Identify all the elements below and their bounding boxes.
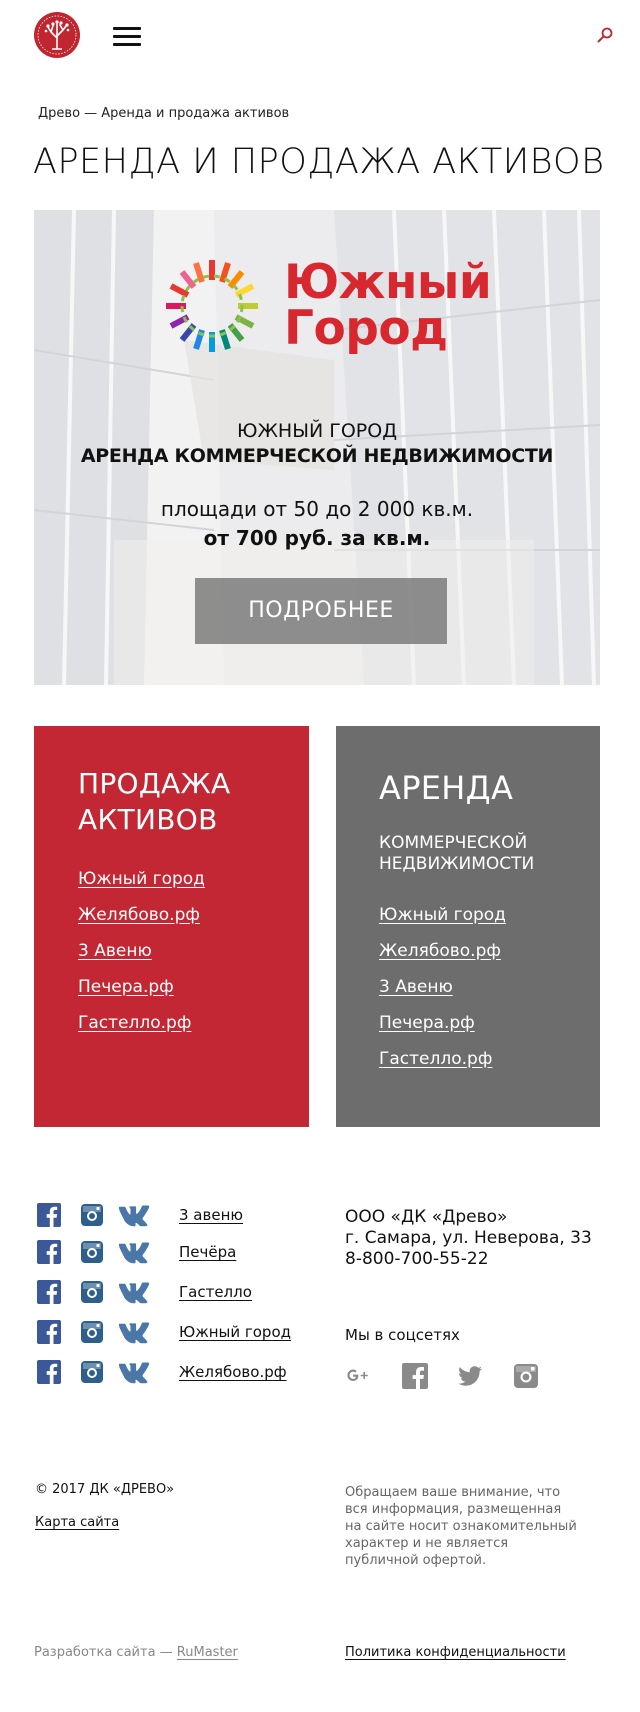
rent-link-gastello[interactable]: Гастелло.рф [379,1049,492,1069]
brand-line-2: Город [284,301,448,356]
facebook-icon[interactable] [37,1320,61,1344]
hamburger-menu-icon[interactable] [113,27,141,47]
project-link-gastello[interactable]: Гастелло [179,1283,252,1301]
banner-subtitle-strong: АРЕНДА КОММЕРЧЕСКОЙ НЕДВИЖИМОСТИ [80,445,554,467]
twitter-icon[interactable] [457,1363,483,1389]
sale-panel-title: ПРОДАЖА АКТИВОВ [78,766,230,838]
sale-link-yuzhny-gorod[interactable]: Южный город [78,869,205,889]
rent-panel-subtitle: КОММЕРЧЕСКОЙ НЕДВИЖИМОСТИ [379,833,534,875]
rent-link-pechera[interactable]: Печера.рф [379,1013,475,1033]
vk-icon[interactable] [117,1360,151,1384]
facebook-icon[interactable] [37,1203,61,1227]
company-contacts: ООО «ДК «Древо» г. Самара, ул. Неверова,… [345,1207,592,1270]
project-link-zhelyabovo[interactable]: Желябово.рф [179,1363,287,1381]
instagram-icon[interactable] [80,1280,104,1304]
sale-link-zhelyabovo[interactable]: Желябово.рф [78,905,200,925]
instagram-icon[interactable] [80,1203,104,1227]
promo-banner: Южный Город ЮЖНЫЙ ГОРОД АРЕНДА КОММЕРЧЕС… [34,210,600,685]
instagram-icon[interactable] [80,1360,104,1384]
facebook-icon[interactable] [37,1360,61,1384]
breadcrumb[interactable]: Древо — Аренда и продажа активов [38,106,289,121]
project-link-pechera[interactable]: Печёра [179,1243,236,1261]
project-link-yuzhny-gorod[interactable]: Южный город [179,1323,291,1341]
google-plus-icon[interactable] [343,1363,373,1389]
rent-panel: АРЕНДА КОММЕРЧЕСКОЙ НЕДВИЖИМОСТИ Южный г… [336,726,600,1127]
copyright: © 2017 ДК «ДРЕВО» [35,1482,175,1497]
privacy-policy-link[interactable]: Политика конфиденциальности [345,1645,566,1660]
developer-credit-prefix: Разработка сайта — [34,1645,177,1660]
site-header [0,0,640,72]
tree-logo-icon[interactable] [34,12,80,58]
vk-icon[interactable] [117,1320,151,1344]
legal-notice: Обращаем ваше внимание, что вся информац… [345,1485,577,1568]
brand-name: Южный Город [284,255,492,356]
facebook-icon[interactable] [402,1363,428,1389]
instagram-icon[interactable] [513,1363,539,1389]
instagram-icon[interactable] [80,1320,104,1344]
company-name: ООО «ДК «Древо» [345,1207,508,1227]
sale-panel: ПРОДАЖА АКТИВОВ Южный город Желябово.рф … [34,726,309,1127]
rent-panel-title: АРЕНДА [379,769,514,807]
rent-link-yuzhny-gorod[interactable]: Южный город [379,905,506,925]
company-address: г. Самара, ул. Неверова, 33 [345,1228,592,1248]
sale-link-3-avenue[interactable]: 3 Авеню [78,941,152,961]
vk-icon[interactable] [117,1240,151,1264]
rent-link-zhelyabovo[interactable]: Желябово.рф [379,941,501,961]
company-phone[interactable]: 8-800-700-55-22 [345,1249,592,1270]
vk-icon[interactable] [117,1203,151,1227]
facebook-icon[interactable] [37,1280,61,1304]
banner-price: от 700 руб. за кв.м. [203,526,431,550]
sale-link-pechera[interactable]: Печера.рф [78,977,174,997]
more-button[interactable]: ПОДРОБНЕЕ [195,578,447,644]
brand-line-1: Южный [284,255,492,310]
vk-icon[interactable] [117,1280,151,1304]
sale-title-line-2: АКТИВОВ [78,803,218,836]
developer-credit: Разработка сайта — RuMaster [34,1645,238,1660]
instagram-icon[interactable] [80,1240,104,1264]
rent-link-3-avenue[interactable]: 3 Авеню [379,977,453,997]
sale-link-gastello[interactable]: Гастелло.рф [78,1013,191,1033]
project-link-3-avenue[interactable]: 3 авеню [179,1206,243,1224]
rent-subtitle-line-1: КОММЕРЧЕСКОЙ [379,833,528,853]
search-icon[interactable] [596,26,614,44]
rent-subtitle-line-2: НЕДВИЖИМОСТИ [379,854,535,874]
sale-title-line-1: ПРОДАЖА [78,767,231,800]
facebook-icon[interactable] [37,1240,61,1264]
banner-subtitle: ЮЖНЫЙ ГОРОД [236,420,398,442]
socials-label: Мы в соцсетях [345,1326,460,1344]
page-title: АРЕНДА И ПРОДАЖА АКТИВОВ [33,142,605,182]
banner-area: площади от 50 до 2 000 кв.м. [160,497,474,521]
developer-link[interactable]: RuMaster [177,1645,238,1660]
sitemap-link[interactable]: Карта сайта [35,1515,119,1530]
yuzhny-gorod-logo-icon [166,260,258,352]
